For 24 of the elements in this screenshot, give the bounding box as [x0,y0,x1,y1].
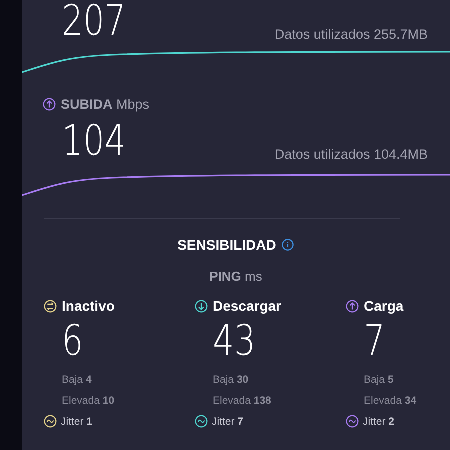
ping-type-label: Inactivo [62,298,115,314]
high-ping: Elevada 34 [364,395,417,407]
info-icon[interactable] [282,239,294,251]
low-ping: Baja 4 [62,374,92,386]
high-ping: Elevada 10 [62,395,115,407]
data-used: Datos utilizados 104.4MB [274,147,428,162]
ping-value: 7 [364,320,386,362]
ping-value: 6 [62,320,84,362]
jitter-value: Jitter 7 [212,416,244,428]
jitter-value: Jitter 2 [363,416,395,428]
low-ping: Baja 30 [213,374,249,386]
upload-speed: 104 [62,120,126,162]
ping-type-label: Carga [364,298,404,314]
high-ping: Elevada 138 [213,395,272,407]
ping-label: PING ms [210,269,262,284]
upload-icon [43,98,56,111]
ping-value: 43 [213,320,256,362]
section-title: SENSIBILIDAD [178,237,276,253]
download-speed: 207 [62,0,126,42]
low-ping: Baja 5 [364,374,394,386]
data-used: Datos utilizados 255.7MB [274,27,428,42]
jitter-value: Jitter 1 [61,416,93,428]
upload-label: SUBIDA Mbps [61,97,150,112]
ping-type-label: Descargar [213,298,282,314]
